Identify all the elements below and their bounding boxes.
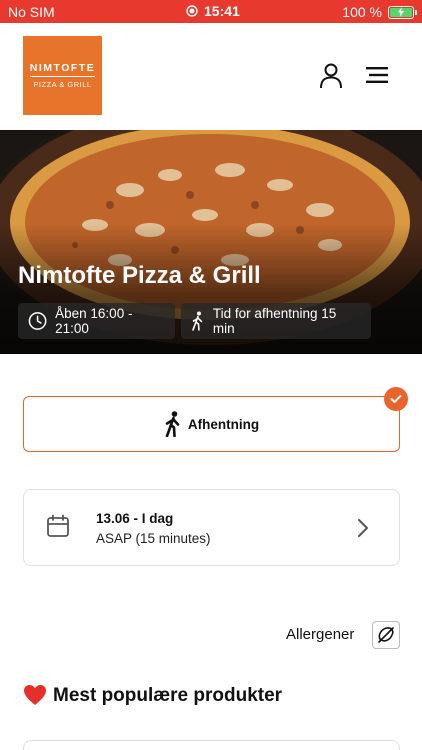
allergens-label[interactable]: Allergener xyxy=(286,626,354,643)
clock-text: 15:41 xyxy=(204,3,240,19)
pickup-time-pill: Tid for afhentning 15 min xyxy=(181,303,371,339)
restaurant-name: Nimtofte Pizza & Grill xyxy=(18,262,261,289)
pickup-date: 13.06 - I dag xyxy=(96,511,174,526)
allergens-button[interactable] xyxy=(372,621,400,649)
popular-products-heading: Mest populære produkter xyxy=(53,685,283,706)
calendar-icon xyxy=(47,514,69,537)
hamburger-menu-icon[interactable] xyxy=(366,67,388,88)
product-card[interactable] xyxy=(23,740,400,750)
carrier-label: No SIM xyxy=(8,4,55,20)
logo-line-2: PIZZA & GRILL xyxy=(33,80,92,89)
pickup-time-text: Tid for afhentning 15 min xyxy=(212,306,337,336)
battery-icon xyxy=(388,5,417,19)
pickup-time-value: ASAP (15 minutes) xyxy=(96,531,211,546)
selected-check-icon xyxy=(384,387,408,411)
app-header: NIMTOFTE PIZZA & GRILL xyxy=(0,23,422,130)
walking-person-icon xyxy=(192,311,203,331)
pickup-option-button[interactable]: Afhentning xyxy=(23,396,400,452)
pickup-option-label: Afhentning xyxy=(187,416,260,432)
restaurant-logo[interactable]: NIMTOFTE PIZZA & GRILL xyxy=(23,36,102,115)
battery-percent: 100 % xyxy=(342,4,382,20)
status-bar: No SIM 15:41 100 % xyxy=(0,0,422,23)
clock-icon xyxy=(28,312,47,330)
pickup-time-selector[interactable]: 13.06 - I dag ASAP (15 minutes) xyxy=(23,489,400,566)
battery-status: 100 % xyxy=(342,4,417,20)
chevron-right-icon xyxy=(358,519,368,537)
user-icon[interactable] xyxy=(319,63,343,94)
opening-hours-text: Åben 16:00 - 21:00 xyxy=(55,306,133,336)
hero-banner: Nimtofte Pizza & Grill Åben 16:00 - 21:0… xyxy=(0,130,422,354)
opening-hours-pill: Åben 16:00 - 21:00 xyxy=(18,303,175,339)
walking-person-icon xyxy=(165,411,180,437)
heart-icon xyxy=(24,685,46,705)
status-time: 15:41 xyxy=(186,3,240,19)
allergen-icon xyxy=(378,627,394,643)
record-icon xyxy=(186,5,198,17)
logo-line-1: NIMTOFTE xyxy=(29,62,96,77)
